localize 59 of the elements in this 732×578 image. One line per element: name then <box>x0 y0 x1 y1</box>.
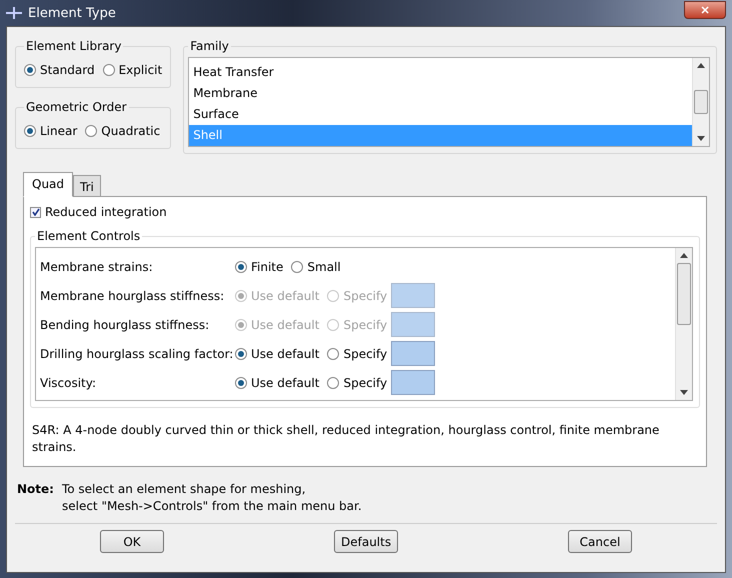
option-label: Explicit <box>118 63 162 77</box>
dialog-button[interactable]: Defaults <box>334 530 398 553</box>
scroll-down-icon[interactable] <box>697 136 705 141</box>
list-item[interactable]: Membrane <box>189 83 692 104</box>
checkbox[interactable] <box>30 206 41 218</box>
radio-button[interactable] <box>24 64 36 76</box>
group-title: Element Library <box>25 39 122 53</box>
control-label: Viscosity: <box>40 376 98 390</box>
value-field[interactable] <box>391 370 436 395</box>
option-label: Linear <box>40 124 78 138</box>
radio-button[interactable] <box>102 64 115 76</box>
control-label: Drilling hourglass scaling factor: <box>40 346 234 360</box>
option-label: Small <box>307 260 341 274</box>
scroll-up-icon[interactable] <box>680 253 688 258</box>
tab[interactable]: Tri <box>73 175 101 197</box>
radio-button[interactable] <box>291 260 304 272</box>
group-title: Family <box>189 39 230 53</box>
option-label: Use default <box>251 346 320 360</box>
group-title: Geometric Order <box>25 100 128 114</box>
radio-button[interactable] <box>235 376 247 388</box>
app-icon <box>6 7 22 19</box>
control-label: Bending hourglass stiffness: <box>40 318 210 332</box>
tab[interactable]: Quad <box>23 172 74 197</box>
option-label: Standard <box>40 63 95 77</box>
option-label: Quadratic <box>101 124 160 138</box>
option-label: Specify <box>343 318 388 332</box>
option-label: Specify <box>343 346 388 360</box>
scroll-thumb[interactable] <box>694 90 708 114</box>
window-title: Element Type <box>28 6 116 20</box>
radio-button[interactable] <box>85 125 98 137</box>
scroll-down-icon[interactable] <box>680 390 688 395</box>
radio-button[interactable] <box>235 260 247 272</box>
list-item[interactable]: Surface <box>189 104 692 125</box>
scrollbar[interactable] <box>692 58 709 146</box>
option-label: Specify <box>343 288 388 302</box>
dialog-button[interactable]: Cancel <box>568 530 632 553</box>
radio-button[interactable] <box>327 348 340 360</box>
scroll-thumb[interactable] <box>677 263 691 325</box>
option-label: Use default <box>251 376 320 390</box>
note-label: Note: <box>17 481 54 498</box>
note-text: To select an element shape for meshing, <box>62 481 307 498</box>
option-label: Use default <box>251 318 320 332</box>
option-label: Finite <box>251 260 284 274</box>
value-field[interactable] <box>391 341 436 366</box>
radio-button[interactable] <box>235 348 247 360</box>
dialog-button[interactable]: OK <box>100 530 164 553</box>
radio-button[interactable] <box>327 376 340 388</box>
list-item[interactable]: Heat Transfer <box>189 62 692 83</box>
scrollbar[interactable] <box>675 248 692 400</box>
scroll-up-icon[interactable] <box>697 63 705 68</box>
checkbox-label: Reduced integration <box>45 205 167 219</box>
option-label: Use default <box>251 288 320 302</box>
control-label: Membrane hourglass stiffness: <box>40 288 226 302</box>
element-description: S4R: A 4-node doubly curved thin or thick shell, reduced integration, hourglass control, finite membrane strains. <box>31 422 660 456</box>
note-text: select "Mesh->Controls" from the main menu bar. <box>62 498 362 515</box>
control-label: Membrane strains: <box>40 260 154 274</box>
group-title: Element Controls <box>36 229 142 243</box>
option-label: Specify <box>343 376 388 390</box>
radio-button[interactable] <box>24 125 36 137</box>
